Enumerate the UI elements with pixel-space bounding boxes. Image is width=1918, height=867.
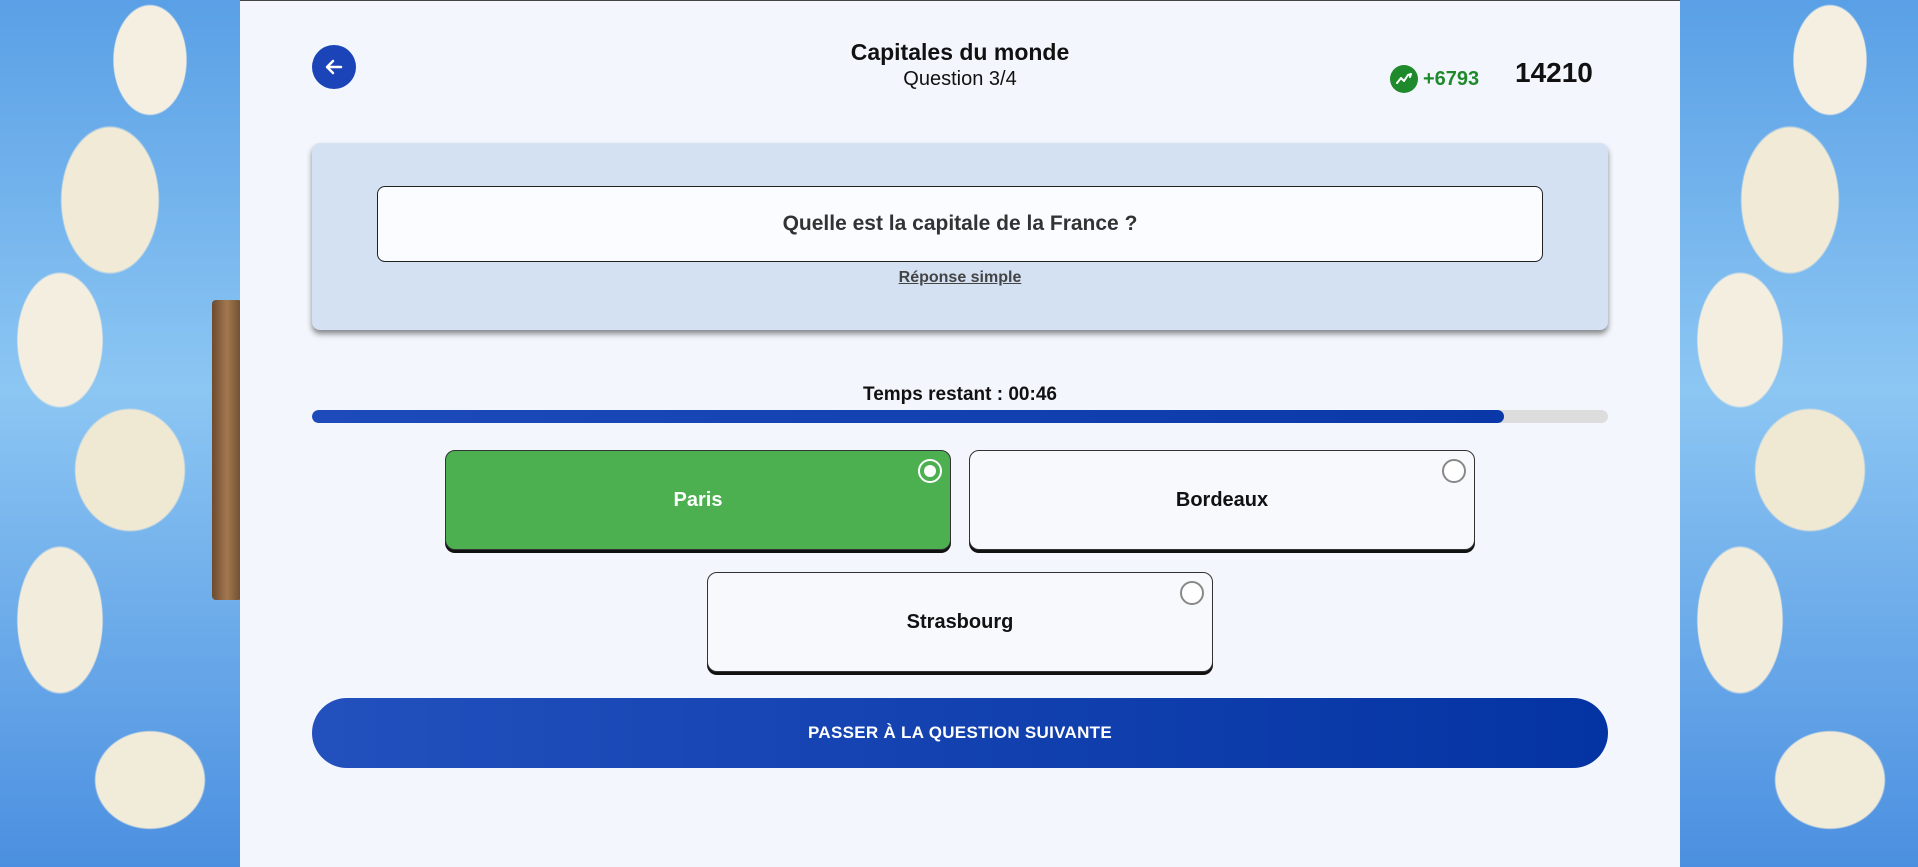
option-strasbourg[interactable]: Strasbourg <box>707 572 1213 672</box>
quiz-panel: Capitales du monde Question 3/4 +6793 14… <box>240 0 1680 867</box>
radio-empty-icon[interactable] <box>1180 581 1204 605</box>
option-bordeaux[interactable]: Bordeaux <box>969 450 1475 550</box>
quiz-title: Capitales du monde <box>850 39 1070 65</box>
next-question-button[interactable]: PASSER À LA QUESTION SUIVANTE <box>312 698 1608 768</box>
trending-up-icon <box>1390 65 1418 93</box>
score-gain-value: +6793 <box>1423 67 1480 90</box>
timer-progress-bar <box>312 410 1608 423</box>
background-clouds-right <box>1680 0 1918 867</box>
background-clouds-left <box>0 0 240 867</box>
option-label: Strasbourg <box>906 610 1014 633</box>
timer-progress-fill <box>312 410 1505 423</box>
option-label: Bordeaux <box>1175 488 1269 511</box>
score-gain: +6793 <box>1390 65 1479 93</box>
score-total: 14210 <box>1515 57 1593 88</box>
timer-label: Temps restant : 00:46 <box>863 384 1057 405</box>
option-paris[interactable]: Paris <box>445 450 951 550</box>
background-tower <box>212 300 242 600</box>
answer-type-label: Réponse simple <box>898 269 1022 286</box>
question-card: Quelle est la capitale de la France ? Ré… <box>312 143 1608 330</box>
radio-selected-icon[interactable] <box>918 459 942 483</box>
option-label: Paris <box>673 488 723 511</box>
question-text: Quelle est la capitale de la France ? <box>377 186 1543 262</box>
radio-empty-icon[interactable] <box>1442 459 1466 483</box>
